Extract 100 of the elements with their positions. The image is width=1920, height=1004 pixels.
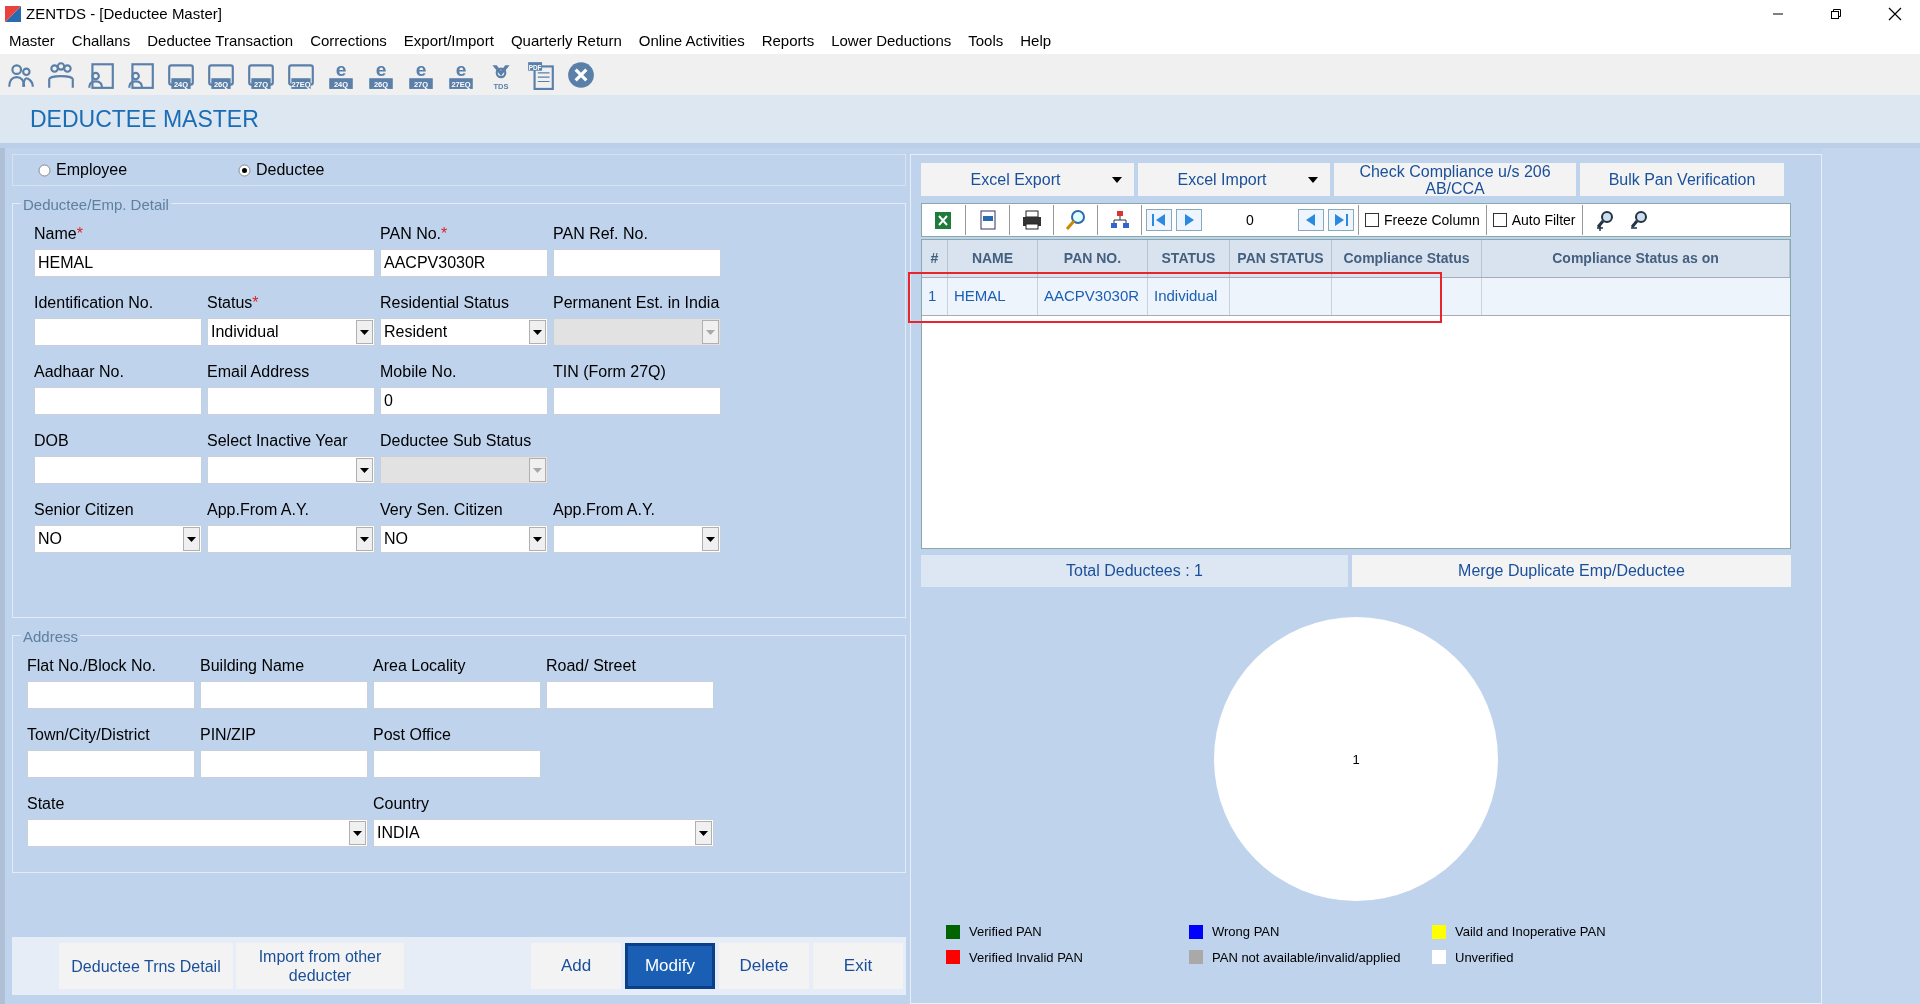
legend-label: Vaild and Inoperative PAN — [1455, 923, 1606, 941]
menu-item[interactable]: Corrections — [310, 29, 387, 53]
action-button[interactable]: Exit — [813, 943, 903, 989]
group-icon[interactable] — [46, 59, 76, 90]
field-label: Road/ Street — [546, 656, 637, 676]
previous-page-icon[interactable] — [1298, 209, 1324, 231]
total-deductees-label: Total Deductees : 1 — [921, 555, 1348, 587]
checkbox-label[interactable]: Freeze Column — [1384, 209, 1480, 231]
first-page-icon[interactable] — [1146, 209, 1172, 231]
dropdown[interactable]: Individual — [207, 318, 375, 346]
input-field[interactable] — [553, 387, 721, 415]
merge-button[interactable]: Merge Duplicate Emp/Deductee — [1352, 555, 1791, 587]
field-label: Status* — [207, 293, 260, 313]
menu-item[interactable]: Export/Import — [403, 29, 494, 53]
menu-item[interactable]: Challans — [71, 29, 131, 53]
action-button[interactable]: Check Compliance u/s 206 AB/CCA — [1334, 163, 1576, 196]
action-button[interactable]: Bulk Pan Verification — [1580, 163, 1784, 196]
slice-label: 1 — [1352, 752, 1360, 767]
dropdown-button[interactable]: Excel Export — [921, 163, 1134, 196]
app-logo-icon — [4, 5, 22, 23]
input-field[interactable] — [546, 681, 714, 709]
action-button[interactable]: Deductee Trns Detail — [59, 943, 233, 989]
next-page-icon[interactable] — [1176, 209, 1202, 231]
column-header[interactable]: NAME — [948, 240, 1038, 277]
action-button[interactable]: Modify — [625, 943, 715, 989]
field-label: PAN No.* — [380, 224, 449, 244]
restore-icon[interactable] — [1830, 8, 1842, 20]
input-field[interactable] — [200, 681, 368, 709]
table-cell: 1 — [922, 278, 948, 315]
table-cell: AACPV3030R — [1038, 278, 1148, 315]
column-header[interactable]: PAN NO. — [1038, 240, 1148, 277]
radio-button[interactable] — [238, 163, 251, 177]
radio-label[interactable]: Deductee — [256, 158, 325, 182]
last-page-icon[interactable] — [1328, 209, 1354, 231]
table-cell: Individual — [1148, 278, 1230, 315]
menu-item[interactable]: Master — [9, 29, 55, 53]
field-label: App.From A.Y. — [207, 500, 310, 520]
input-field[interactable] — [553, 249, 721, 277]
printer-icon[interactable] — [1020, 209, 1043, 231]
menu-item[interactable]: Online Activities — [638, 29, 745, 53]
menu-item[interactable]: Quarterly Return — [510, 29, 622, 53]
field-label: Area Locality — [373, 656, 467, 676]
dropdown-button[interactable]: Excel Import — [1138, 163, 1330, 196]
input-field[interactable]: AACPV3030R — [380, 249, 548, 277]
field-label: Building Name — [200, 656, 306, 676]
hierarchy-icon[interactable] — [1108, 209, 1131, 231]
dropdown[interactable]: INDIA — [373, 819, 714, 847]
field-label: Country — [373, 794, 431, 814]
table-row[interactable]: 1 HEMAL AACPV3030R Individual — [922, 278, 1790, 316]
dropdown[interactable]: NO — [380, 525, 548, 553]
field-label: Deductee Sub Status — [380, 431, 533, 451]
close-icon[interactable] — [1888, 7, 1902, 21]
column-header[interactable]: STATUS — [1148, 240, 1230, 277]
column-header[interactable]: Compliance Status — [1332, 240, 1482, 277]
input-field[interactable] — [34, 318, 202, 346]
field-label: Residential Status — [380, 293, 510, 313]
input-field[interactable] — [373, 750, 541, 778]
menu-item[interactable]: Lower Deductions — [831, 29, 952, 53]
input-field[interactable] — [34, 387, 202, 415]
dropdown[interactable]: NO — [34, 525, 202, 553]
action-button[interactable]: Import from other deducter — [236, 943, 404, 989]
input-field[interactable] — [200, 750, 368, 778]
window-title: ZENTDS - [Deductee Master] — [26, 3, 222, 24]
radio-button[interactable] — [38, 163, 51, 177]
field-label: TIN (Form 27Q) — [553, 362, 667, 382]
field-label: Permanent Est. in India — [553, 293, 721, 313]
column-header[interactable]: Compliance Status as on — [1482, 240, 1790, 277]
column-header[interactable]: PAN STATUS — [1230, 240, 1332, 277]
field-label: Flat No./Block No. — [27, 656, 157, 676]
column-header[interactable]: # — [922, 240, 948, 277]
input-field[interactable]: 0 — [380, 387, 548, 415]
input-field[interactable] — [34, 456, 202, 484]
field-label: Town/City/District — [27, 725, 151, 745]
dropdown[interactable]: Resident — [380, 318, 548, 346]
input-field[interactable] — [27, 750, 195, 778]
caret-icon — [1112, 175, 1122, 184]
legend-label: Wrong PAN — [1212, 923, 1280, 941]
checkbox[interactable] — [1492, 213, 1507, 227]
field-label: PIN/ZIP — [200, 725, 257, 745]
action-button[interactable]: Delete — [719, 943, 809, 989]
menu-item[interactable]: Reports — [761, 29, 815, 53]
caret-icon — [1308, 175, 1318, 184]
input-field[interactable] — [207, 387, 375, 415]
action-button[interactable]: Add — [531, 943, 621, 989]
field-label: App.From A.Y. — [553, 500, 656, 520]
page-title: DEDUCTEE MASTER — [30, 104, 259, 134]
field-label: Mobile No. — [380, 362, 458, 382]
input-field[interactable] — [27, 681, 195, 709]
input-field[interactable] — [373, 681, 541, 709]
menu-item[interactable]: Tools — [968, 29, 1004, 53]
checkbox-label[interactable]: Auto Filter — [1511, 209, 1576, 231]
menu-item[interactable]: Help — [1020, 29, 1052, 53]
field-label: State — [27, 794, 66, 814]
field-label: Senior Citizen — [34, 500, 135, 520]
checkbox[interactable] — [1365, 213, 1379, 227]
menu-item[interactable]: Deductee Transaction — [147, 29, 294, 53]
radio-label[interactable]: Employee — [56, 158, 128, 182]
magnifier-icon[interactable] — [1064, 209, 1087, 231]
field-label: Name* — [34, 224, 84, 244]
input-field[interactable]: HEMAL — [34, 249, 375, 277]
